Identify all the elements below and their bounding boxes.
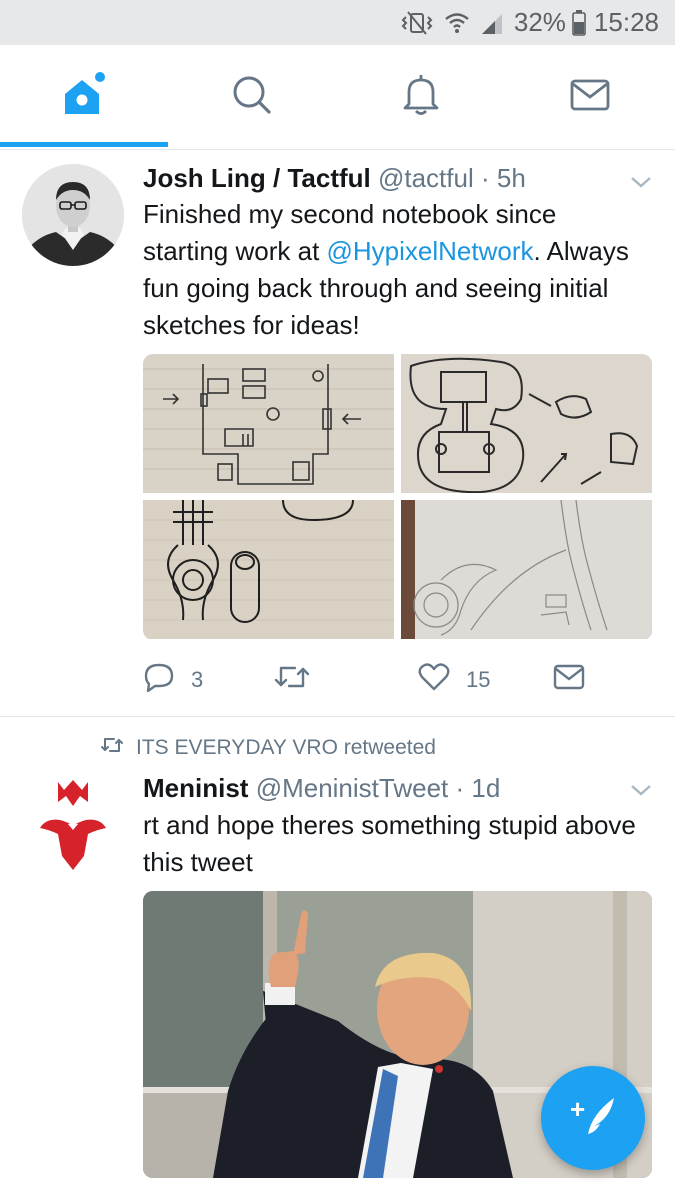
mail-icon (553, 664, 585, 696)
reply-button[interactable]: 3 (143, 660, 203, 700)
separator: · (480, 163, 490, 193)
author-handle[interactable]: @tactful (378, 163, 474, 193)
tweet-text: rt and hope theres something stupid abov… (143, 810, 636, 877)
tab-bar (0, 45, 675, 150)
vibrate-icon (400, 10, 434, 36)
direct-message-button[interactable] (553, 660, 585, 700)
battery-icon (572, 9, 586, 36)
tab-search[interactable] (168, 45, 336, 150)
plus-symbol: + (570, 1094, 585, 1124)
retweet-icon (273, 663, 311, 697)
chevron-down-icon[interactable] (629, 170, 653, 194)
media-image-1[interactable] (143, 354, 394, 493)
status-bar: 32% 15:28 (0, 0, 675, 45)
search-icon (232, 75, 272, 120)
author-name[interactable]: Josh Ling / Tactful (143, 163, 371, 193)
avatar[interactable] (22, 164, 124, 266)
compose-quill-icon: + (568, 1094, 618, 1143)
author-name[interactable]: Meninist (143, 773, 248, 803)
retweet-button[interactable] (273, 660, 311, 700)
like-count: 15 (466, 667, 491, 692)
home-icon (61, 72, 107, 123)
clock: 15:28 (593, 7, 659, 37)
mail-icon (570, 79, 610, 116)
avatar[interactable] (22, 772, 124, 874)
reply-icon (143, 662, 175, 698)
compose-tweet-button[interactable]: + (541, 1066, 645, 1170)
heart-icon (418, 663, 450, 697)
tab-home[interactable] (0, 45, 168, 150)
active-tab-indicator (0, 142, 168, 147)
media-image-2[interactable] (401, 354, 652, 493)
media-grid (143, 354, 652, 640)
media-image-3[interactable] (143, 500, 394, 639)
tweet-text: Finished my second notebook since starti… (143, 196, 645, 344)
signal-icon (480, 12, 504, 34)
author-handle[interactable]: @MeninistTweet (256, 773, 449, 803)
bell-icon (401, 74, 441, 121)
timestamp[interactable]: 5h (497, 163, 526, 193)
retweet-attribution[interactable]: ITS EVERYDAY VRO retweeted (100, 736, 436, 760)
tweet-actions: 3 15 (143, 660, 652, 700)
media-image-4[interactable] (401, 500, 652, 639)
retweeted-by-text: ITS EVERYDAY VRO retweeted (136, 736, 436, 759)
tab-messages[interactable] (506, 45, 674, 150)
separator: · (455, 773, 465, 803)
retweet-icon (100, 736, 136, 760)
tab-notifications[interactable] (337, 45, 505, 150)
reply-count: 3 (191, 667, 204, 692)
tweet-header: Meninist @MeninistTweet · 1d (143, 772, 635, 804)
wifi-icon (444, 11, 470, 35)
tweet[interactable]: Josh Ling / Tactful @tactful · 5h Finish… (0, 150, 675, 717)
timestamp[interactable]: 1d (471, 773, 500, 803)
battery-percent: 32% (513, 7, 566, 37)
chevron-down-icon[interactable] (629, 778, 653, 802)
tweet-header: Josh Ling / Tactful @tactful · 5h (143, 162, 635, 194)
mention-link[interactable]: @HypixelNetwork (327, 236, 534, 266)
like-button[interactable]: 15 (418, 660, 490, 700)
